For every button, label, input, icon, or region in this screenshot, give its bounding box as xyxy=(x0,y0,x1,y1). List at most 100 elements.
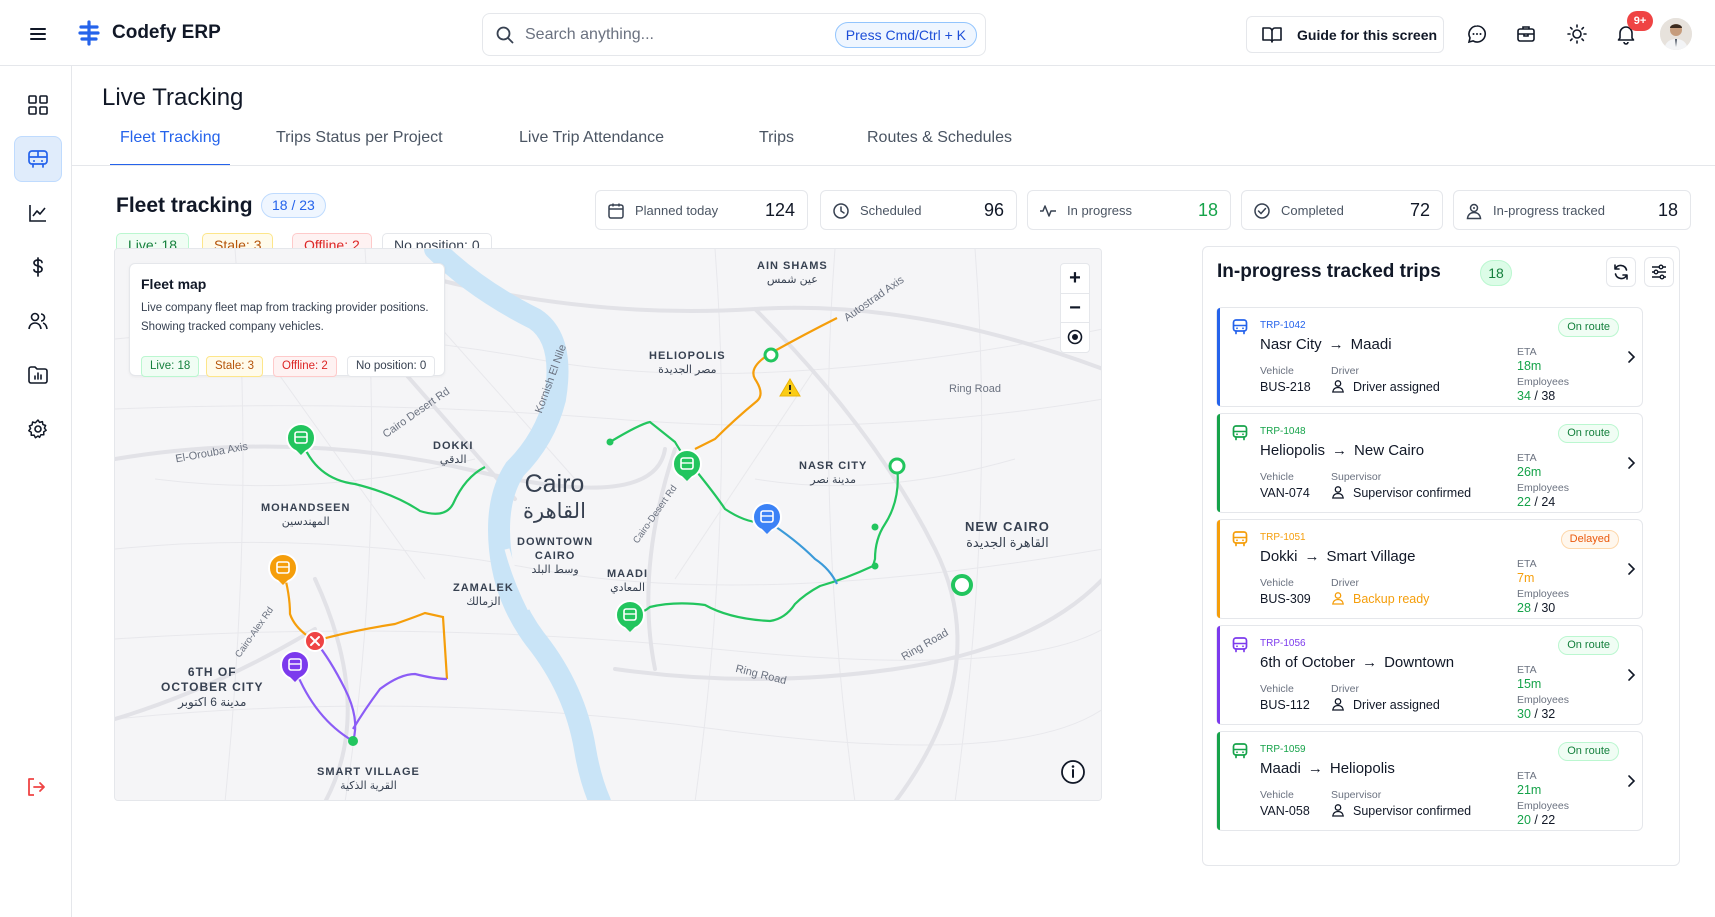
eta-label: ETA xyxy=(1517,664,1537,676)
trip-status-badge: On route xyxy=(1558,742,1619,761)
arrow-right-icon: → xyxy=(1307,760,1323,777)
sidebar-item-dashboard[interactable] xyxy=(14,82,62,128)
chat-icon[interactable] xyxy=(1465,22,1489,46)
vehicle-label: Vehicle xyxy=(1260,577,1294,589)
map-label-nasr-city: NASR CITY مدينة نصر xyxy=(799,460,868,486)
filter-button[interactable] xyxy=(1644,257,1674,287)
map-label-heliopolis: HELIOPOLIS مصر الجديدة xyxy=(649,350,726,376)
trip-card[interactable]: TRP-1059 Maadi → Heliopolis Vehicle VAN-05… xyxy=(1216,731,1643,831)
role-value: Backup ready xyxy=(1353,592,1430,606)
book-icon xyxy=(1261,26,1283,44)
user-tracked-icon xyxy=(1465,202,1483,220)
map-zoom-controls: + − xyxy=(1060,263,1090,353)
trip-card[interactable]: TRP-1042 Nasr City → Maadi Vehicle BUS-218… xyxy=(1216,307,1643,407)
briefcase-icon[interactable] xyxy=(1514,22,1538,46)
offline-marker xyxy=(304,630,326,652)
vehicle-label: Vehicle xyxy=(1260,471,1294,483)
locate-icon xyxy=(1067,329,1083,345)
chevron-right-icon[interactable] xyxy=(1625,456,1637,475)
role-value: Driver assigned xyxy=(1353,698,1440,712)
legend-chip-stale: Stale: 3 xyxy=(206,356,263,377)
bus-icon xyxy=(1231,318,1249,341)
info-icon[interactable] xyxy=(1060,759,1086,785)
sidebar-item-settings[interactable] xyxy=(14,406,62,452)
theme-sun-icon[interactable] xyxy=(1565,22,1589,46)
vehicle-value: BUS-112 xyxy=(1260,698,1310,712)
page-title: Live Tracking xyxy=(102,84,244,111)
arrow-right-icon: → xyxy=(1332,442,1348,459)
chevron-right-icon[interactable] xyxy=(1625,350,1637,369)
arrow-right-icon: → xyxy=(1362,654,1378,671)
trip-card[interactable]: TRP-1056 6th of October → Downtown Vehicle… xyxy=(1216,625,1643,725)
logout-icon[interactable] xyxy=(24,775,48,799)
employees-label: Employees xyxy=(1517,482,1569,494)
eta-value: 18m xyxy=(1517,359,1542,373)
guide-button[interactable]: Guide for this screen xyxy=(1246,16,1444,53)
vehicle-value: VAN-058 xyxy=(1260,804,1310,818)
tab-trips-status[interactable]: Trips Status per Project xyxy=(276,124,443,166)
search-bar[interactable]: Press Cmd/Ctrl + K xyxy=(482,13,986,56)
arrow-right-icon: → xyxy=(1328,336,1344,353)
trip-route: Nasr City → Maadi xyxy=(1260,336,1392,353)
user-icon xyxy=(1331,591,1345,610)
employees-label: Employees xyxy=(1517,588,1569,600)
zoom-in-button[interactable]: + xyxy=(1061,264,1089,293)
sidebar-item-analytics[interactable] xyxy=(14,190,62,236)
tab-trips[interactable]: Trips xyxy=(759,124,794,166)
chevron-right-icon[interactable] xyxy=(1625,774,1637,793)
stat-value: 96 xyxy=(983,200,1004,220)
role-label: Driver xyxy=(1331,365,1359,377)
refresh-button[interactable] xyxy=(1606,257,1636,287)
tab-fleet-tracking[interactable]: Fleet Tracking xyxy=(110,124,231,166)
eta-label: ETA xyxy=(1517,452,1537,464)
locate-button[interactable] xyxy=(1061,322,1089,351)
employees-value: 22 / 24 xyxy=(1517,495,1556,509)
trip-status-badge: On route xyxy=(1558,424,1619,443)
sidebar-item-reports[interactable] xyxy=(14,352,62,398)
sidebar-item-finance[interactable] xyxy=(14,244,62,290)
map-label-zamalek: ZAMALEK الزمالك xyxy=(453,582,514,608)
map-label-new-cairo: NEW CAIRO القاهرة الجديدة xyxy=(965,519,1050,550)
map-label-smart-village: SMART VILLAGE القرية الذكية xyxy=(317,766,420,792)
trip-card[interactable]: TRP-1051 Dokki → Smart Village Vehicle BUS… xyxy=(1216,519,1643,619)
eta-label: ETA xyxy=(1517,770,1537,782)
trips-count-badge: 18 xyxy=(1480,260,1512,286)
chevron-right-icon[interactable] xyxy=(1625,562,1637,581)
chevron-right-icon[interactable] xyxy=(1625,668,1637,687)
map-legend: Fleet map Live company fleet map from tr… xyxy=(129,263,445,377)
fleet-tracking-title: Fleet tracking xyxy=(116,194,253,217)
vehicle-label: Vehicle xyxy=(1260,683,1294,695)
trip-id: TRP-1042 xyxy=(1260,320,1306,331)
user-icon xyxy=(1331,697,1345,716)
eta-value: 26m xyxy=(1517,465,1542,479)
trip-id: TRP-1051 xyxy=(1260,532,1306,543)
bus-icon xyxy=(1231,424,1249,447)
stat-value: 18 xyxy=(1657,200,1678,220)
logo-icon xyxy=(76,20,102,46)
trip-id: TRP-1059 xyxy=(1260,744,1306,755)
tab-routes-schedules[interactable]: Routes & Schedules xyxy=(867,124,1012,166)
tabs-divider xyxy=(72,165,1715,166)
trip-route: Dokki → Smart Village xyxy=(1260,548,1416,565)
dollar-icon xyxy=(33,257,43,277)
legend-chip-offline: Offline: 2 xyxy=(273,356,337,377)
fleet-map[interactable]: AIN SHAMS عين شمس HELIOPOLIS مصر الجديدة D… xyxy=(114,248,1102,801)
sidebar-item-transport[interactable] xyxy=(14,136,62,182)
sidebar xyxy=(0,66,72,917)
trip-card[interactable]: TRP-1048 Heliopolis → New Cairo Vehicle VA… xyxy=(1216,413,1643,513)
zoom-out-button[interactable]: − xyxy=(1061,293,1089,322)
avatar[interactable] xyxy=(1660,18,1692,50)
trip-id: TRP-1056 xyxy=(1260,638,1306,649)
sidebar-item-users[interactable] xyxy=(14,298,62,344)
trip-route: 6th of October → Downtown xyxy=(1260,654,1455,671)
menu-icon[interactable] xyxy=(26,22,50,46)
trip-id: TRP-1048 xyxy=(1260,426,1306,437)
search-input[interactable] xyxy=(525,23,825,47)
employees-value: 28 / 30 xyxy=(1517,601,1556,615)
map-label-downtown: DOWNTOWN CAIRO وسط البلد xyxy=(517,536,594,576)
trip-color-bar xyxy=(1217,732,1220,830)
stat-in-progress: In progress 18 xyxy=(1027,190,1231,230)
stat-completed: Completed 72 xyxy=(1241,190,1443,230)
search-icon xyxy=(495,25,515,45)
tab-live-trip-attendance[interactable]: Live Trip Attendance xyxy=(519,124,664,166)
